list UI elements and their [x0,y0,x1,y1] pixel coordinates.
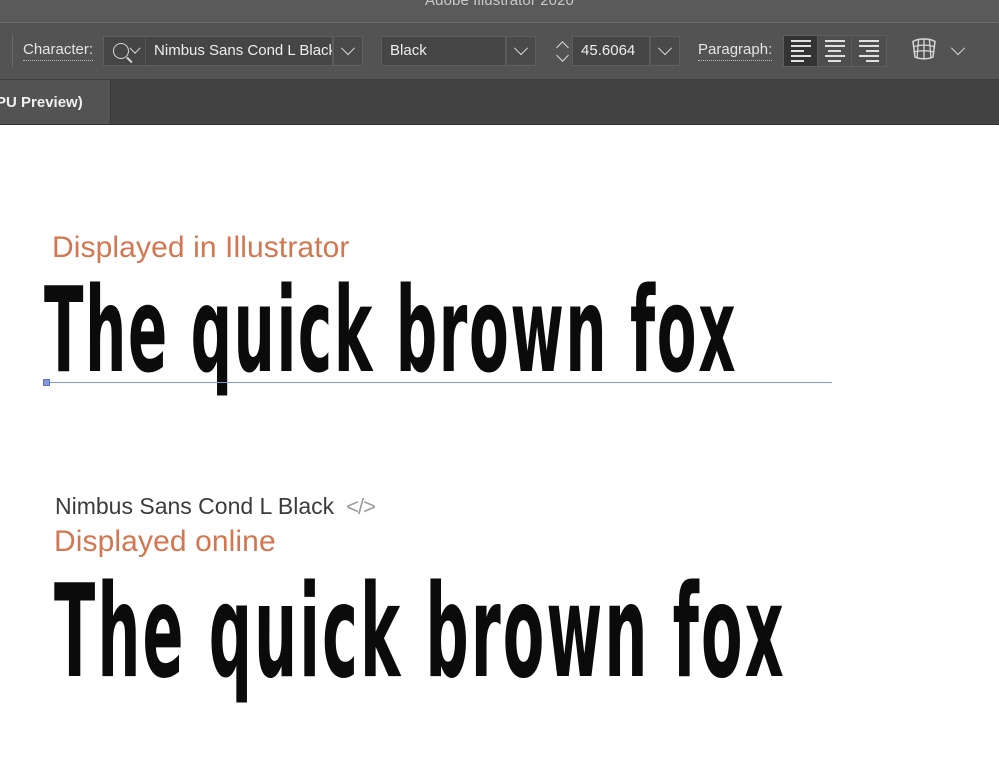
font-style-value[interactable]: Black [382,37,435,65]
font-size-value[interactable]: 45.6064 [573,37,643,65]
align-line [791,40,812,42]
text-baseline-selection [48,382,832,383]
font-style-field[interactable]: Black [381,36,507,66]
online-sample-text: The quick brown fox [54,558,786,707]
search-icon [113,43,130,59]
paragraph-alignment-group [783,35,888,67]
artboard-canvas[interactable]: Displayed in Illustrator The quick brown… [0,125,999,768]
align-line [791,45,812,47]
stepper-up-icon[interactable] [557,42,568,49]
align-line [828,50,842,52]
align-line [791,50,805,52]
font-family-field[interactable]: Nimbus Sans Cond L Black [103,36,334,66]
paragraph-panel-label[interactable]: Paragraph: [698,41,773,61]
chevron-down-icon [513,41,529,56]
font-family-combo[interactable]: Nimbus Sans Cond L Black [103,36,364,66]
control-bar-divider-left [12,35,13,67]
chevron-down-icon [657,41,673,56]
control-bar-overflow-button[interactable] [951,41,966,56]
illustrator-sample-text[interactable]: The quick brown fox [44,271,737,389]
envelope-distort-icon[interactable] [909,35,939,68]
align-line [828,60,842,62]
align-line [859,45,880,47]
align-line [824,40,845,42]
illustrator-window: Adobe Illustrator 2020 Character: Nimbus… [0,0,999,768]
font-size-combo[interactable]: 45.6064 [552,36,681,66]
align-right-button[interactable] [852,36,887,66]
font-style-dropdown-button[interactable] [506,36,537,66]
font-name-label: Nimbus Sans Cond L Black [55,493,335,519]
code-icon[interactable]: </> [346,494,376,520]
chevron-down-icon [951,41,966,56]
font-size-field[interactable]: 45.6064 [572,36,651,66]
font-family-dropdown-button[interactable] [333,36,364,66]
illustrator-caption: Displayed in Illustrator [52,231,350,264]
font-style-combo[interactable]: Black [381,36,537,66]
align-line [791,60,805,62]
font-size-dropdown-button[interactable] [650,36,681,66]
font-name-row: Nimbus Sans Cond L Black </> [55,493,376,520]
character-panel-label[interactable]: Character: [23,41,94,61]
font-family-value[interactable]: Nimbus Sans Cond L Black [146,37,332,65]
align-line [866,60,880,62]
chevron-down-icon [340,41,356,56]
text-anchor-point[interactable] [43,379,50,386]
align-line [866,50,880,52]
window-title: Adobe Illustrator 2020 [425,0,574,9]
title-bar: Adobe Illustrator 2020 [0,0,999,22]
align-line [824,45,845,47]
align-line [824,55,845,57]
font-search-chip[interactable] [104,37,147,65]
online-caption: Displayed online [54,525,276,558]
align-line [859,40,880,42]
document-tab[interactable]: PU Preview) [0,80,111,124]
align-center-button[interactable] [818,36,853,66]
stepper-down-icon[interactable] [557,54,568,61]
align-line [791,55,812,57]
document-tab-strip: PU Preview) [0,80,999,125]
character-control-bar: Character: Nimbus Sans Cond L Black Blac… [0,22,999,80]
align-left-button[interactable] [784,36,819,66]
align-line [859,55,880,57]
chevron-down-icon [129,42,141,54]
document-tab-label: PU Preview) [0,93,83,111]
font-size-stepper[interactable] [552,36,572,66]
